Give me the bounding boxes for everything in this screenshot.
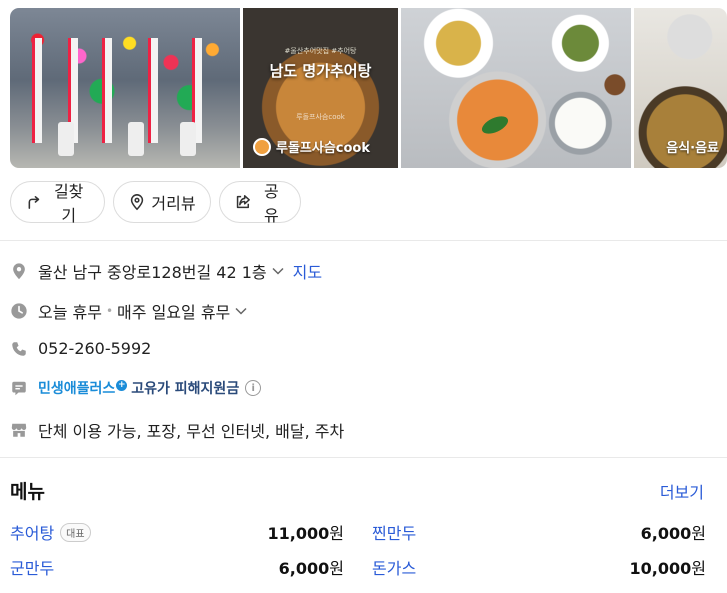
- ribbon-decoration: [32, 38, 42, 143]
- section-divider: [0, 240, 727, 241]
- photo-hashtags: #울산추어맛집 #추어탕: [284, 47, 357, 55]
- menu-item-name: 돈가스: [372, 559, 417, 578]
- photo-food-category[interactable]: 음식·음료: [634, 8, 727, 168]
- address-text: 울산 남구 중앙로128번길 42 1층: [38, 263, 267, 282]
- ribbon-decoration: [102, 38, 112, 143]
- amenities-row: 단체 이용 가능, 포장, 무선 인터넷, 배달, 주차: [10, 418, 344, 442]
- coupon-icon: [10, 379, 28, 397]
- price-value: 6,000: [640, 524, 692, 543]
- menu-item-name: 찐만두: [372, 524, 417, 543]
- phone-icon: [10, 340, 28, 358]
- price-value: 11,000: [267, 524, 330, 543]
- amenities-text: 단체 이용 가능, 포장, 무선 인터넷, 배달, 주차: [38, 422, 345, 441]
- flower-pot: [180, 122, 196, 156]
- directions-label: 길찾기: [53, 182, 84, 225]
- phone-number[interactable]: 052-260-5992: [38, 339, 151, 358]
- menu-title: 메뉴: [10, 481, 45, 503]
- menu-item[interactable]: 추어탕 대표 11,000원: [10, 520, 344, 544]
- price-unit: 원: [691, 524, 706, 543]
- share-label: 공유: [264, 182, 279, 225]
- action-buttons: 길찾기 거리뷰 공유: [10, 181, 301, 225]
- promo-row: 민생애플러스 + 고유가 피해지원금 i: [10, 378, 262, 398]
- location-pin-icon: [10, 262, 28, 280]
- phone-row: 052-260-5992: [10, 339, 151, 358]
- store-icon: [10, 421, 28, 439]
- hours-row: 오늘 휴무 • 매주 일요일 휴무: [10, 299, 248, 323]
- flower-pot: [58, 122, 74, 156]
- info-icon[interactable]: i: [245, 380, 262, 396]
- signature-badge: 대표: [60, 522, 91, 542]
- hours-detail: 매주 일요일 휴무: [117, 303, 231, 322]
- location-pin-icon: [131, 194, 144, 211]
- directions-icon: [28, 196, 40, 209]
- section-divider: [0, 457, 727, 458]
- price-value: 6,000: [278, 559, 330, 578]
- separator-dot: •: [105, 304, 114, 318]
- price-unit: 원: [329, 524, 344, 543]
- promo-text: 고유가 피해지원금: [131, 381, 240, 397]
- photo-watermark: 루돌프사슴cook: [296, 113, 345, 121]
- share-icon: [236, 195, 250, 209]
- address-row: 울산 남구 중앙로128번길 42 1층 지도: [10, 259, 322, 283]
- price-unit: 원: [329, 559, 344, 578]
- menu-item-price: 6,000원: [641, 520, 706, 544]
- photo-chueotang-bowl[interactable]: #울산추어맛집 #추어탕 남도 명가추어탕 루돌프사슴cook 루돌프사슴coo…: [243, 8, 398, 168]
- chevron-down-icon[interactable]: [234, 304, 248, 318]
- avatar: [253, 137, 271, 156]
- menu-item-price: 11,000원: [268, 520, 344, 544]
- garnish-leaf: [479, 112, 511, 138]
- street-view-button[interactable]: 거리뷰: [113, 181, 211, 223]
- photo-meal-spread[interactable]: [401, 8, 631, 168]
- chevron-down-icon[interactable]: [271, 264, 285, 278]
- ribbon-decoration: [148, 38, 158, 143]
- directions-button[interactable]: 길찾기: [10, 181, 105, 225]
- plus-icon: +: [116, 380, 128, 391]
- photo-category-label: 음식·음료: [666, 141, 719, 156]
- map-link[interactable]: 지도: [293, 259, 322, 283]
- clock-icon: [10, 302, 28, 320]
- photo-gallery: #울산추어맛집 #추어탕 남도 명가추어탕 루돌프사슴cook 루돌프사슴coo…: [10, 8, 727, 168]
- menu-item[interactable]: 돈가스 10,000원: [372, 555, 706, 579]
- share-button[interactable]: 공유: [219, 181, 301, 225]
- photo-credit[interactable]: 루돌프사슴cook: [253, 137, 370, 156]
- photo-credit-label: 루돌프사슴cook: [276, 141, 371, 156]
- street-view-label: 거리뷰: [151, 194, 196, 213]
- menu-item-price: 10,000원: [630, 555, 706, 579]
- photo-storefront-flowers[interactable]: [10, 8, 240, 168]
- menu-item-name-wrap: 추어탕 대표: [10, 520, 91, 544]
- menu-item-name: 군만두: [10, 559, 55, 578]
- menu-item-price: 6,000원: [279, 555, 344, 579]
- price-value: 10,000: [629, 559, 692, 578]
- flower-pot: [128, 122, 144, 156]
- menu-item-name: 추어탕: [10, 524, 55, 543]
- promo-brand: 민생애플러스: [38, 381, 116, 397]
- more-link[interactable]: 더보기: [660, 479, 704, 503]
- price-unit: 원: [691, 559, 706, 578]
- promo-label[interactable]: 민생애플러스 + 고유가 피해지원금: [38, 378, 239, 398]
- hours-status: 오늘 휴무: [38, 303, 102, 322]
- menu-item[interactable]: 군만두 6,000원: [10, 555, 344, 579]
- menu-item[interactable]: 찐만두 6,000원: [372, 520, 706, 544]
- photo-title: 남도 명가추어탕: [269, 62, 372, 80]
